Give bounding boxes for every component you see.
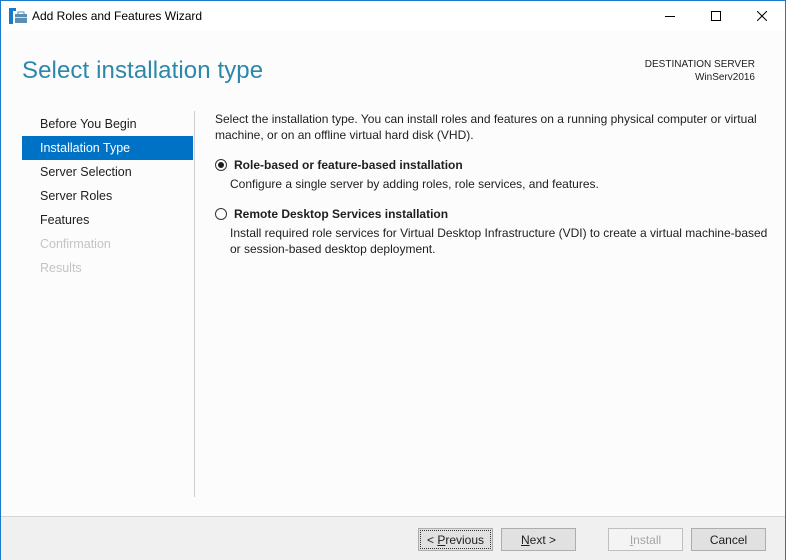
close-button[interactable] (739, 1, 785, 31)
title-bar[interactable]: Add Roles and Features Wizard (1, 1, 785, 31)
nav-item-confirmation: Confirmation (40, 237, 111, 251)
option-remote-desktop[interactable]: Remote Desktop Services installation Ins… (215, 206, 770, 257)
nav-divider (194, 111, 195, 497)
previous-label: revious (445, 532, 485, 547)
page-title: Select installation type (22, 57, 264, 84)
next-label: ext > (529, 532, 557, 547)
nav-item-before-you-begin[interactable]: Before You Begin (22, 112, 193, 136)
next-button[interactable]: Next > (501, 528, 576, 551)
main-content: Select the installation type. You can in… (215, 111, 770, 257)
wizard-window: Add Roles and Features Wizard Select ins… (0, 0, 786, 560)
previous-prefix: < (426, 532, 438, 547)
window-title: Add Roles and Features Wizard (32, 9, 203, 23)
role-based-radio[interactable] (215, 159, 227, 171)
nav-item-server-roles[interactable]: Server Roles (22, 184, 193, 208)
nav-item-server-selection[interactable]: Server Selection (22, 160, 193, 184)
previous-mnemonic: P (437, 532, 446, 547)
install-label: nstall (633, 532, 662, 547)
minimize-button[interactable] (647, 1, 693, 31)
minimize-icon (665, 11, 675, 21)
previous-button[interactable]: < Previous (418, 528, 493, 551)
destination-server: DESTINATION SERVER WinServ2016 (645, 58, 755, 84)
nav-item-features[interactable]: Features (22, 208, 193, 232)
maximize-button[interactable] (693, 1, 739, 31)
cancel-button[interactable]: Cancel (691, 528, 766, 551)
remote-desktop-description: Install required role services for Virtu… (230, 226, 768, 256)
remote-desktop-label[interactable]: Remote Desktop Services installation (234, 207, 448, 221)
role-based-description: Configure a single server by adding role… (230, 177, 599, 191)
nav-item-results: Results (40, 261, 82, 275)
server-manager-icon (9, 8, 27, 24)
destination-value: WinServ2016 (694, 72, 755, 83)
maximize-icon (711, 11, 721, 21)
wizard-steps-nav: Before You Begin Installation Type Serve… (22, 112, 193, 280)
install-button: Install (608, 528, 683, 551)
wizard-footer: < Previous Next > Install Cancel (1, 516, 785, 560)
option-role-based[interactable]: Role-based or feature-based installation… (215, 157, 770, 192)
remote-desktop-radio[interactable] (215, 208, 227, 220)
destination-label: DESTINATION SERVER (644, 59, 755, 70)
nav-item-installation-type[interactable]: Installation Type (22, 136, 193, 160)
intro-text: Select the installation type. You can in… (215, 112, 757, 142)
role-based-label[interactable]: Role-based or feature-based installation (234, 158, 463, 172)
next-mnemonic: N (520, 532, 530, 547)
close-icon (757, 11, 767, 21)
radio-selected-dot (218, 162, 224, 168)
